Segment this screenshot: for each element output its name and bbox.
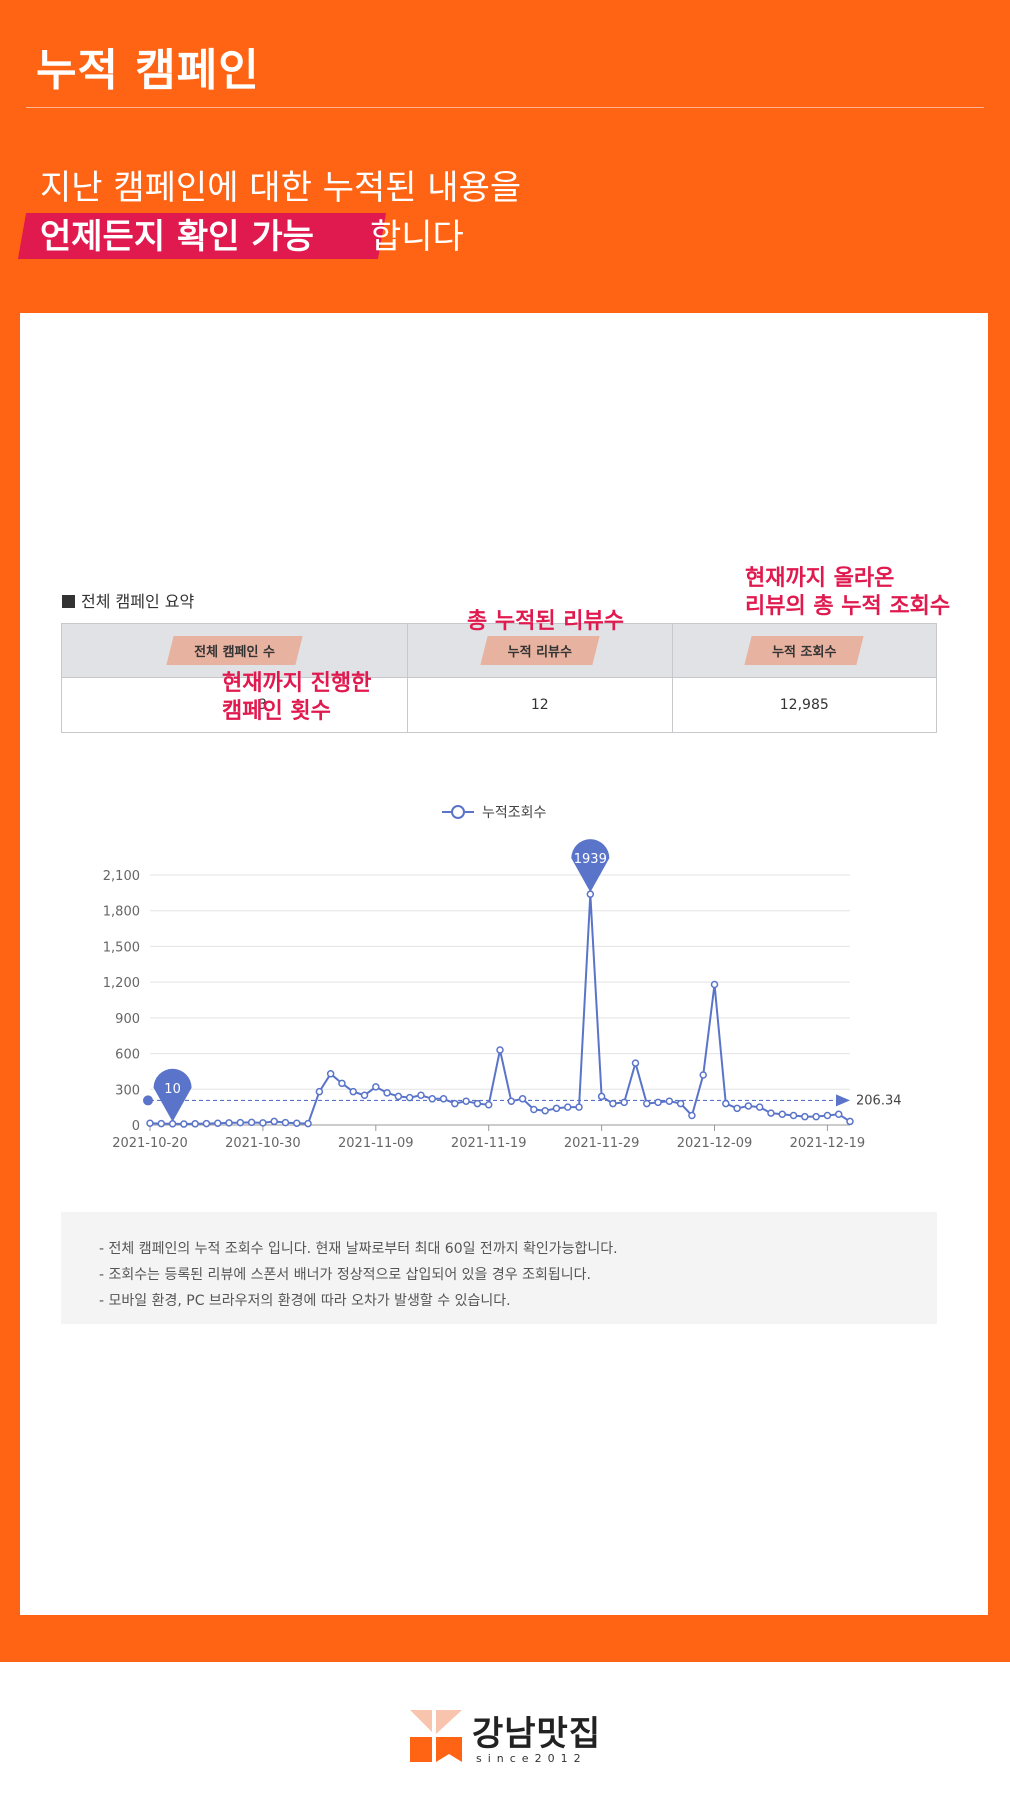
data-point xyxy=(236,1118,245,1127)
column-label: 누적 리뷰수 xyxy=(507,645,572,660)
notes-box: - 전체 캠페인의 누적 조회수 입니다. 현재 날짜로부터 최대 60일 전까… xyxy=(61,1212,937,1324)
data-point xyxy=(259,1119,267,1127)
data-point xyxy=(518,1095,527,1103)
data-point xyxy=(733,1104,741,1113)
data-point xyxy=(293,1119,301,1127)
x-tick-label: 2021-11-09 xyxy=(338,1136,414,1151)
note-line: - 전체 캠페인의 누적 조회수 입니다. 현재 날짜로부터 최대 60일 전까… xyxy=(99,1241,618,1257)
data-point xyxy=(157,1119,166,1128)
data-point xyxy=(360,1091,369,1099)
data-point xyxy=(462,1097,470,1105)
views-line-chart: 0 300 600 900 1,200 1,500 1,800 2,100 2021-10-2… xyxy=(103,839,902,1151)
data-point xyxy=(326,1070,335,1078)
data-point xyxy=(383,1089,391,1097)
x-tick-label: 2021-10-30 xyxy=(225,1136,301,1151)
data-point xyxy=(405,1093,414,1102)
y-tick-label: 2,100 xyxy=(103,869,140,884)
data-point xyxy=(552,1104,561,1113)
x-tick-label: 2021-11-29 xyxy=(564,1136,640,1151)
data-point xyxy=(778,1110,787,1119)
y-tick-label: 900 xyxy=(115,1012,140,1027)
note-line: - 모바일 환경, PC 브라우저의 환경에 따라 오차가 발생할 수 있습니다… xyxy=(99,1293,511,1309)
column-label: 전체 캠페인 수 xyxy=(194,645,275,660)
column-label: 누적 조회수 xyxy=(772,645,837,660)
average-arrow-icon xyxy=(836,1094,850,1107)
data-point xyxy=(620,1098,628,1107)
brand-name: 강남맛집 xyxy=(472,1714,602,1754)
data-point xyxy=(834,1110,843,1119)
data-point xyxy=(699,1071,707,1079)
data-point xyxy=(789,1111,798,1120)
data-point xyxy=(281,1118,290,1127)
data-point xyxy=(801,1112,809,1121)
data-point xyxy=(496,1046,504,1054)
brand-logo-icon xyxy=(410,1710,462,1762)
data-point xyxy=(202,1119,211,1128)
data-point xyxy=(722,1099,730,1108)
data-point xyxy=(823,1111,832,1120)
y-tick-label: 300 xyxy=(115,1083,140,1098)
data-point xyxy=(349,1087,357,1096)
data-point xyxy=(439,1095,448,1103)
data-point xyxy=(315,1087,324,1096)
data-point xyxy=(473,1099,482,1108)
min-marker-label: 10 xyxy=(164,1082,181,1097)
data-point xyxy=(225,1119,233,1127)
data-point xyxy=(372,1083,380,1091)
data-point xyxy=(744,1102,753,1110)
data-point xyxy=(507,1097,516,1105)
data-point xyxy=(338,1079,346,1088)
data-point xyxy=(146,1119,154,1127)
data-point xyxy=(631,1059,640,1067)
data-point xyxy=(609,1099,617,1108)
y-tick-label: 1,200 xyxy=(103,976,140,991)
y-tick-label: 0 xyxy=(132,1119,140,1134)
data-point xyxy=(654,1098,662,1107)
data-point xyxy=(213,1119,222,1127)
data-point xyxy=(191,1120,199,1128)
data-point xyxy=(846,1117,854,1126)
data-point xyxy=(247,1118,256,1127)
x-tick-label: 2021-12-09 xyxy=(677,1136,753,1151)
data-point xyxy=(812,1112,820,1121)
y-tick-label: 600 xyxy=(115,1048,140,1063)
data-point xyxy=(575,1103,583,1111)
data-point xyxy=(394,1092,403,1101)
y-tick-label: 1,800 xyxy=(103,905,140,920)
data-point xyxy=(451,1099,459,1108)
data-point xyxy=(530,1105,538,1114)
data-point xyxy=(755,1103,764,1111)
data-point xyxy=(428,1095,437,1103)
note-line: - 조회수는 등록된 리뷰에 스폰서 배너가 정상적으로 삽입되어 있을 경우 … xyxy=(99,1267,591,1283)
x-tick-label: 2021-10-20 xyxy=(112,1136,188,1151)
data-point xyxy=(180,1120,188,1128)
data-point xyxy=(643,1099,651,1108)
data-point xyxy=(665,1097,674,1105)
data-point xyxy=(688,1111,696,1120)
brand-since: since2012 xyxy=(476,1752,587,1765)
average-label: 206.34 xyxy=(856,1093,902,1108)
data-point xyxy=(710,980,719,989)
data-point xyxy=(270,1117,278,1126)
data-point xyxy=(541,1106,549,1115)
data-point xyxy=(676,1099,685,1108)
data-point xyxy=(563,1103,572,1111)
average-start-dot xyxy=(143,1095,153,1106)
y-tick-label: 1,500 xyxy=(103,940,140,955)
data-point xyxy=(767,1109,775,1117)
data-point xyxy=(304,1119,312,1128)
data-point xyxy=(417,1091,425,1099)
x-tick-label: 2021-12-19 xyxy=(790,1136,866,1151)
data-point xyxy=(484,1101,493,1109)
data-point xyxy=(597,1092,606,1101)
x-tick-label: 2021-11-19 xyxy=(451,1136,527,1151)
max-marker-label: 1939 xyxy=(574,852,607,867)
